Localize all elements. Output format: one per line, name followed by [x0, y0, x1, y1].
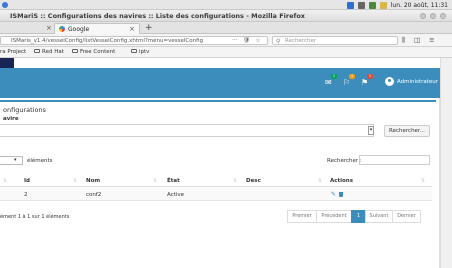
navigation-bar: ISMaris_v1.4/vesselConfig/listVesselConf… [0, 34, 452, 47]
google-favicon-icon [59, 26, 65, 32]
window-titlebar[interactable]: ISMariS :: Configurations des navires ::… [0, 10, 452, 22]
bookmark-iptv[interactable]: iptv [131, 49, 149, 55]
page-previous-button[interactable]: Précédent [316, 210, 352, 223]
vessel-select[interactable] [0, 124, 374, 137]
configurations-box: onfigurations avire ▾ Rechercher... ▾ él… [0, 100, 436, 232]
sort-icon[interactable]: ⇅ [233, 178, 237, 184]
user-avatar[interactable] [385, 77, 394, 86]
chevron-down-icon: ▾ [14, 157, 17, 163]
menu-icon[interactable]: ≡ [429, 36, 434, 45]
cell-etat: Active [167, 192, 185, 198]
page-1-button[interactable]: 1 [351, 210, 366, 223]
sort-icon[interactable]: ⇅ [73, 178, 77, 184]
sort-icon[interactable]: ⇅ [3, 178, 7, 184]
page-first-button[interactable]: Premier [287, 210, 317, 223]
new-tab-button[interactable]: + [145, 23, 153, 33]
column-header-etat[interactable]: État [167, 178, 180, 184]
page-length-label: éléments [27, 158, 53, 164]
page-next-button[interactable]: Suivant [365, 210, 393, 223]
window-controls [420, 13, 446, 19]
folder-icon [131, 49, 137, 53]
search-bar[interactable]: ⚲ Rechercher [272, 36, 398, 45]
url-actions: ··· 🛡 ☆ [232, 37, 261, 44]
url-bar[interactable]: ISMaris_v1.4/vesselConfig/listVesselConf… [0, 36, 268, 45]
folder-icon [34, 49, 40, 53]
column-header-nom[interactable]: Nom [86, 178, 100, 184]
tab-label: Google [68, 26, 90, 33]
bookmark-red-hat[interactable]: Red Hat [34, 49, 64, 55]
notifications-badge: 4 [349, 74, 355, 79]
toolbar-right: ⫼ ◫ ≡ [402, 36, 435, 45]
bookmark-free-content[interactable]: Free Content [72, 49, 115, 55]
chevron-down-icon[interactable]: ▾ [368, 126, 374, 135]
calendar-icon[interactable] [379, 1, 387, 9]
sort-icon[interactable]: ⇅ [421, 178, 425, 184]
search-button[interactable]: Rechercher... [384, 125, 430, 137]
firefox-icon[interactable] [2, 2, 8, 8]
url-text[interactable]: ISMaris_v1.4/vesselConfig/listVesselConf… [11, 38, 203, 44]
edit-icon[interactable]: ✎ [331, 191, 336, 198]
close-window-button[interactable] [440, 13, 446, 19]
pagination: Premier Précédent 1 Suivant Dernier [287, 210, 421, 223]
table-info: ément 1 à 1 sur 1 éléments [0, 214, 70, 220]
sidebar-icon[interactable]: ◫ [414, 36, 420, 45]
tasks-icon[interactable]: ⚑ [361, 78, 368, 87]
bookmark-star-icon[interactable]: ☆ [255, 37, 260, 44]
filter-input[interactable] [359, 155, 430, 165]
tab-previous[interactable] [0, 24, 50, 33]
page-scrollbar[interactable] [440, 58, 452, 268]
search-icon: ⚲ [276, 38, 281, 45]
sort-icon[interactable]: ⇅ [153, 178, 157, 184]
minimize-button[interactable] [420, 13, 426, 19]
column-header-id[interactable]: Id [24, 178, 30, 184]
table-row: 2 conf2 Active ✎ [0, 188, 432, 201]
maximize-button[interactable] [430, 13, 436, 19]
page-title: onfigurations [3, 106, 46, 114]
library-icon[interactable]: ⫼ [402, 36, 405, 45]
bookmarks-bar: ra Project Red Hat Free Content iptv [0, 47, 452, 58]
bluetooth-icon[interactable] [346, 1, 354, 9]
main-content: onfigurations avire ▾ Rechercher... ▾ él… [0, 98, 440, 268]
clock[interactable]: lun. 20 août, 11:31 [391, 2, 448, 9]
column-header-desc[interactable]: Desc [246, 178, 261, 184]
search-placeholder: Rechercher [285, 38, 317, 44]
page-length-select[interactable]: ▾ [0, 156, 23, 165]
app-header: ✉ 1 ⚐ 4 ⚑ 1 Administrateur [0, 68, 440, 98]
filter-label: Rechercher : [327, 158, 362, 164]
page-actions-icon[interactable]: ··· [232, 37, 238, 44]
vessel-field-label: avire [3, 116, 19, 122]
close-icon[interactable]: × [46, 24, 52, 32]
folder-icon [72, 49, 78, 53]
table-header: ⇅ Id ⇅ Nom ⇅ État ⇅ Desc ⇅ Actions ⇅ [0, 175, 432, 187]
os-top-panel: lun. 20 août, 11:31 [0, 0, 452, 10]
tasks-badge: 1 [367, 74, 373, 79]
tab-google[interactable]: Google × [54, 23, 140, 34]
sort-icon[interactable]: ⇅ [318, 178, 322, 184]
cell-nom: conf2 [86, 192, 102, 198]
messages-badge: 1 [331, 74, 337, 79]
user-name[interactable]: Administrateur [397, 79, 438, 85]
volume-icon[interactable] [357, 1, 365, 9]
window-title: ISMariS :: Configurations des navires ::… [10, 12, 305, 20]
tab-bar: × Google × + [0, 22, 452, 34]
network-icon[interactable] [368, 1, 376, 9]
pocket-icon[interactable]: 🛡 [243, 37, 251, 44]
bookmark-project[interactable]: ra Project [0, 49, 26, 55]
close-icon[interactable]: × [129, 25, 135, 33]
notifications-icon[interactable]: ⚐ [343, 78, 350, 87]
trash-icon[interactable] [339, 192, 343, 197]
cell-id: 2 [24, 192, 28, 198]
page-last-button[interactable]: Dernier [392, 210, 421, 223]
messages-icon[interactable]: ✉ [325, 78, 332, 87]
column-header-actions: Actions [330, 178, 353, 184]
system-tray: lun. 20 août, 11:31 [346, 1, 448, 9]
